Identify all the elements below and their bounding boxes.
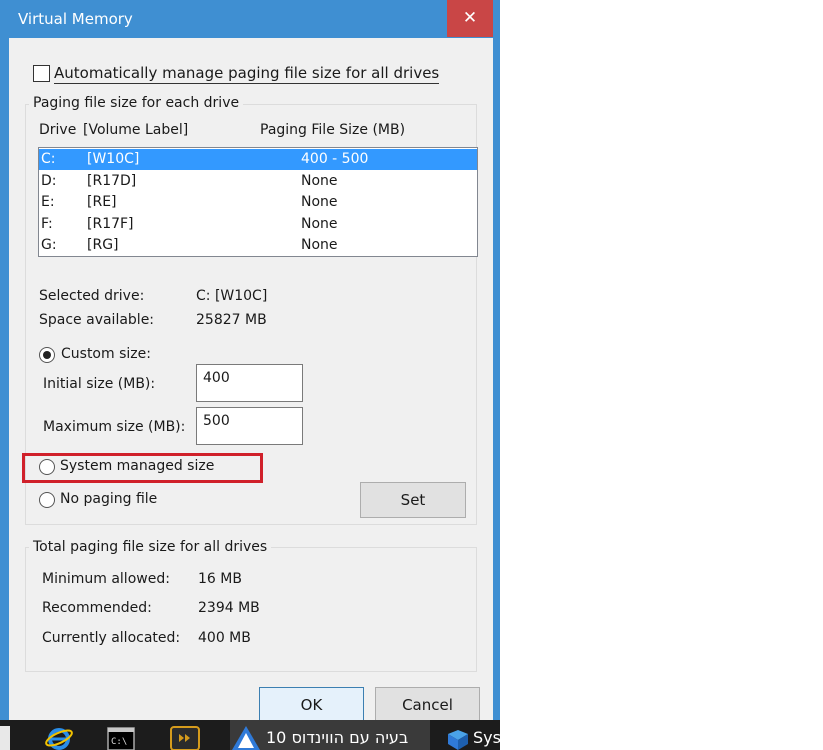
selected-drive-value: C: [W10C] bbox=[196, 288, 268, 304]
drive-row-e[interactable]: E: [RE] None bbox=[39, 192, 477, 213]
column-paging-file-size: Paging File Size (MB) bbox=[260, 122, 406, 138]
drive-row-d[interactable]: D: [R17D] None bbox=[39, 171, 477, 192]
drive-row-c[interactable]: C: [W10C] 400 - 500 bbox=[39, 149, 477, 170]
ok-button[interactable]: OK bbox=[259, 687, 364, 723]
app-logo-icon bbox=[232, 726, 260, 750]
selected-drive-label: Selected drive: bbox=[39, 288, 145, 304]
custom-size-label[interactable]: Custom size: bbox=[61, 346, 151, 362]
set-button[interactable]: Set bbox=[360, 482, 466, 518]
svg-text:C:\: C:\ bbox=[111, 737, 127, 747]
system-icon bbox=[448, 730, 468, 750]
paging-group-title: Paging file size for each drive bbox=[29, 95, 244, 111]
annotation-highlight-box bbox=[22, 453, 263, 483]
no-paging-label[interactable]: No paging file bbox=[60, 491, 157, 507]
space-available-label: Space available: bbox=[39, 312, 155, 328]
start-button-edge[interactable] bbox=[0, 726, 10, 750]
custom-size-radio[interactable] bbox=[39, 347, 55, 363]
cancel-button[interactable]: Cancel bbox=[375, 687, 480, 723]
drive-row-f[interactable]: F: [R17F] None bbox=[39, 214, 477, 235]
auto-manage-checkbox[interactable] bbox=[33, 65, 50, 82]
total-group-title: Total paging file size for all drives bbox=[29, 539, 272, 555]
taskbar-app-forum[interactable]: 10 בעיה עם הווינדוס bbox=[230, 720, 430, 750]
space-available-value: 25827 MB bbox=[196, 312, 267, 328]
drive-list[interactable]: C: [W10C] 400 - 500 D: [R17D] None E: [R… bbox=[38, 147, 478, 257]
column-drive: Drive bbox=[39, 122, 77, 138]
taskbar-app-system[interactable]: Syst bbox=[445, 720, 500, 750]
dialog-body: Automatically manage paging file size fo… bbox=[9, 38, 493, 723]
media-player-icon[interactable] bbox=[170, 720, 200, 750]
recommended-label: Recommended: bbox=[42, 600, 152, 616]
command-prompt-icon[interactable]: C:\ bbox=[106, 720, 136, 750]
minimum-allowed-label: Minimum allowed: bbox=[42, 571, 170, 587]
column-volume-label: [Volume Label] bbox=[83, 122, 189, 138]
initial-size-label: Initial size (MB): bbox=[43, 376, 156, 392]
initial-size-input[interactable]: 400 bbox=[196, 364, 303, 402]
internet-explorer-icon[interactable] bbox=[44, 720, 74, 750]
title-bar[interactable]: Virtual Memory ✕ bbox=[0, 0, 500, 38]
currently-allocated-value: 400 MB bbox=[198, 630, 251, 646]
auto-manage-label[interactable]: Automatically manage paging file size fo… bbox=[54, 64, 440, 84]
minimum-allowed-value: 16 MB bbox=[198, 571, 242, 587]
taskbar: C:\ 10 בעיה עם הווינדוס Syst bbox=[0, 720, 500, 750]
maximum-size-label: Maximum size (MB): bbox=[43, 419, 186, 435]
recommended-value: 2394 MB bbox=[198, 600, 260, 616]
no-paging-radio[interactable] bbox=[39, 492, 55, 508]
window-title: Virtual Memory bbox=[18, 10, 133, 28]
close-button[interactable]: ✕ bbox=[447, 0, 493, 37]
currently-allocated-label: Currently allocated: bbox=[42, 630, 181, 646]
virtual-memory-dialog: Virtual Memory ✕ Automatically manage pa… bbox=[0, 0, 500, 723]
taskbar-app-title: 10 בעיה עם הווינדוס bbox=[266, 728, 409, 747]
taskbar-system-title: Syst bbox=[473, 728, 500, 747]
maximum-size-input[interactable]: 500 bbox=[196, 407, 303, 445]
drive-row-g[interactable]: G: [RG] None bbox=[39, 235, 477, 256]
radio-selected-dot bbox=[43, 351, 51, 359]
